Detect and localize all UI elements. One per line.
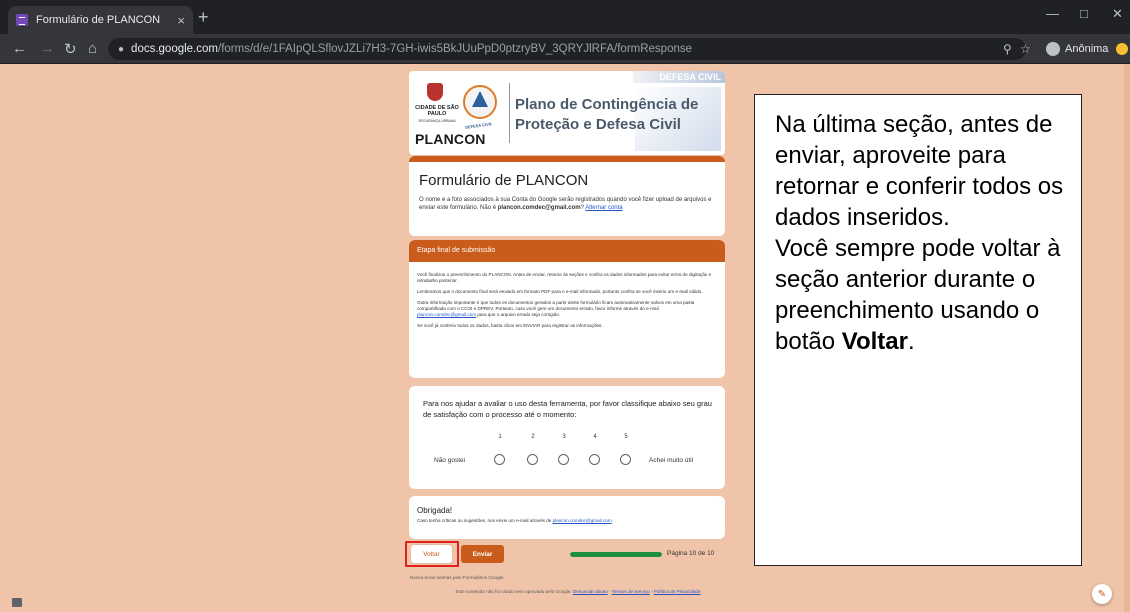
- new-tab-button[interactable]: +: [198, 7, 209, 28]
- zoom-icon[interactable]: ⚲: [1003, 42, 1012, 56]
- instruction-callout: Na última seção, antes de enviar, aprove…: [754, 94, 1082, 566]
- report-problem-icon[interactable]: [12, 598, 22, 607]
- url-host: docs.google.com: [131, 43, 218, 55]
- section-paragraph-4: Se você já conferiu todos os dados, bast…: [417, 323, 603, 328]
- back-button[interactable]: Voltar: [411, 545, 452, 563]
- rating-radio-4[interactable]: [589, 454, 600, 465]
- page-indicator: Página 10 de 10: [667, 550, 715, 557]
- terms-link[interactable]: Termos de Serviço: [612, 589, 650, 594]
- page-scrollbar[interactable]: [1124, 64, 1130, 612]
- address-bar: ← → ↻ ⌂ ● docs.google.com/forms/d/e/1FAI…: [0, 34, 1130, 64]
- sao-paulo-crest-icon: [427, 83, 443, 101]
- edit-pencil-icon[interactable]: ✎: [1092, 584, 1112, 604]
- url-path: /forms/d/e/1FAIpQLSflovJZLi7H3-7GH-iwis5…: [218, 43, 693, 55]
- header-title: Plano de Contingência de Proteção e Defe…: [515, 95, 698, 135]
- thanks-end: .: [611, 518, 613, 523]
- section-paragraph-2: Lembramos que o documento final será env…: [417, 289, 703, 294]
- privacy-link[interactable]: Política de Privacidade: [654, 589, 701, 594]
- footer-note-text: Este conteúdo não foi criado nem aprovad…: [455, 589, 573, 594]
- submit-button[interactable]: Enviar: [461, 545, 504, 563]
- defesa-civil-logo-icon: [463, 85, 497, 119]
- scale-label: 5: [624, 434, 628, 440]
- satisfaction-question-card: Para nos ajudar a avaliar o uso desta fe…: [409, 386, 725, 489]
- browser-tab[interactable]: Formulário de PLANCON ×: [8, 6, 193, 34]
- callout-bold-word: Voltar: [841, 328, 908, 355]
- section-email-link[interactable]: plancon.comdec@gmail.com: [417, 312, 476, 317]
- reload-icon[interactable]: ↻: [64, 40, 77, 58]
- browser-tab-bar: Formulário de PLANCON × + — □ ✕: [0, 0, 1130, 34]
- thanks-title: Obrigada!: [417, 506, 453, 515]
- minimize-icon[interactable]: —: [1046, 6, 1059, 21]
- scale-label: 1: [498, 434, 502, 440]
- callout-text-2: Você sempre pode voltar à seção anterior…: [775, 235, 1061, 355]
- thanks-text: Caso tenha críticas ou sugestões, nos en…: [417, 518, 723, 523]
- scale-label: 3: [562, 434, 566, 440]
- section-paragraph-1: Você finalizou o preenchimento do PLANCO…: [417, 272, 712, 283]
- url-input[interactable]: ● docs.google.com/forms/d/e/1FAIpQLSflov…: [108, 38, 1026, 60]
- rating-radio-3[interactable]: [558, 454, 569, 465]
- progress-bar: [570, 552, 662, 557]
- google-forms-icon: [16, 14, 28, 26]
- thanks-body: Caso tenha críticas ou sugestões, nos en…: [417, 518, 553, 523]
- home-icon[interactable]: ⌂: [88, 40, 97, 57]
- defesa-civil-banner: DEFESA CIVIL: [633, 71, 725, 83]
- scale-label: 2: [531, 434, 535, 440]
- section-paragraph-3: Outra informação importante é que todos …: [417, 300, 717, 318]
- section-p3-end: para que o arquivo errado seja corrigido…: [476, 312, 561, 317]
- rating-radio-1[interactable]: [494, 454, 505, 465]
- callout-text-1: Na última seção, antes de enviar, aprove…: [775, 111, 1064, 231]
- tab-close-icon[interactable]: ×: [177, 13, 185, 28]
- lock-icon: ●: [118, 43, 125, 55]
- callout-end: .: [907, 328, 915, 355]
- rating-radio-2[interactable]: [527, 454, 538, 465]
- incognito-badge[interactable]: Anônima: [1046, 42, 1108, 56]
- defesa-civil-logo-caption: DEFESA CIVIL: [464, 121, 493, 130]
- incognito-icon: [1046, 42, 1060, 56]
- close-icon[interactable]: ✕: [1112, 6, 1123, 22]
- back-icon[interactable]: ←: [12, 40, 27, 57]
- scale-low-label: Não gostei: [434, 457, 466, 464]
- profile-avatar[interactable]: [1116, 43, 1128, 55]
- account-email: plancon.comdec@gmail.com: [497, 205, 581, 211]
- section-p3-text: Outra informação importante é que todos …: [417, 300, 695, 311]
- forward-icon[interactable]: →: [40, 40, 55, 57]
- switch-account-link[interactable]: Alternar conta: [585, 205, 622, 211]
- header-divider: [509, 83, 510, 143]
- form-title-card: Formulário de PLANCON O nome e a foto as…: [409, 156, 725, 236]
- rating-radio-5[interactable]: [620, 454, 631, 465]
- header-title-line2: Proteção e Defesa Civil: [515, 116, 681, 133]
- form-header-image: DEFESA CIVIL CIDADE DE SÃO PAULO SEGURAN…: [409, 71, 725, 155]
- header-title-line1: Plano de Contingência de: [515, 96, 699, 113]
- thanks-email-link[interactable]: plancon.comdec@gmail.com: [553, 518, 612, 523]
- thanks-card: Obrigada! Caso tenha críticas ou sugestõ…: [409, 496, 725, 539]
- incognito-label: Anônima: [1065, 43, 1109, 55]
- section-description: Você finalizou o preenchimento do PLANCO…: [417, 272, 717, 334]
- logos: CIDADE DE SÃO PAULO SEGURANÇA URBANA DEF…: [415, 79, 507, 151]
- star-icon[interactable]: ☆: [1020, 42, 1031, 56]
- password-warning: Nunca envie senhas pelo Formulários Goog…: [410, 575, 505, 580]
- section-header: Etapa final de submissão: [409, 240, 725, 262]
- form-title: Formulário de PLANCON: [419, 172, 589, 189]
- tab-title: Formulário de PLANCON: [36, 14, 161, 26]
- city-name: CIDADE DE SÃO PAULO: [415, 105, 459, 117]
- progress-bar-fill: [570, 552, 662, 557]
- maximize-icon[interactable]: □: [1080, 6, 1088, 21]
- plancon-brand: PLANCON: [415, 131, 486, 147]
- city-subtitle: SEGURANÇA URBANA: [418, 119, 456, 123]
- final-section-card: Etapa final de submissão Você finalizou …: [409, 240, 725, 378]
- form-account-info: O nome e a foto associados à sua Conta d…: [419, 196, 715, 212]
- linear-scale: 1 2 3 4 5 Não gostei Achei muito útil: [409, 434, 725, 474]
- report-abuse-link[interactable]: Denunciar abuso: [573, 589, 608, 594]
- footer-disclaimer: Este conteúdo não foi criado nem aprovad…: [430, 589, 726, 595]
- satisfaction-question: Para nos ajudar a avaliar o uso desta fe…: [423, 399, 712, 419]
- scale-label: 4: [593, 434, 597, 440]
- scale-high-label: Achei muito útil: [649, 457, 694, 464]
